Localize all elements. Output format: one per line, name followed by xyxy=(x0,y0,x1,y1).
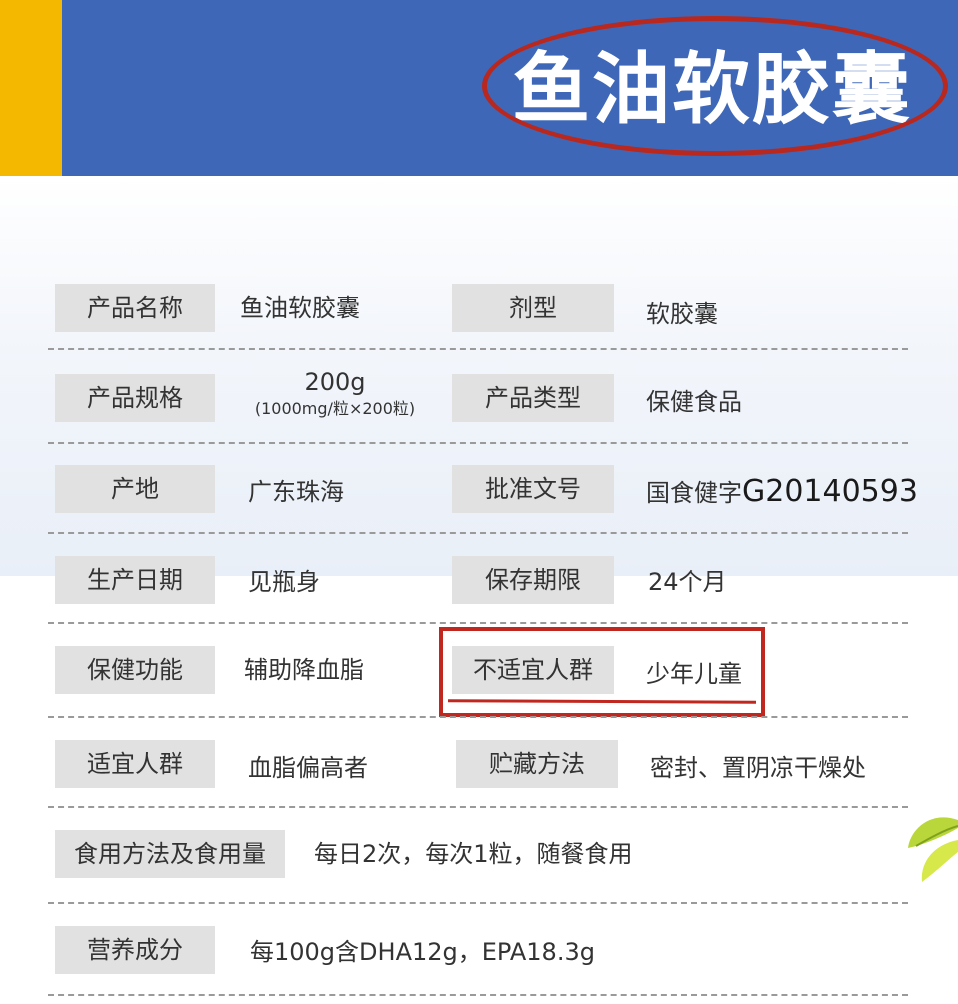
value-approval-number: 国食健字G20140593 xyxy=(646,468,918,516)
label-specification: 产品规格 xyxy=(55,374,215,422)
label-dosage-form: 剂型 xyxy=(452,284,614,332)
value-specification-detail: (1000mg/粒×200粒) xyxy=(254,399,416,418)
value-origin: 广东珠海 xyxy=(248,478,344,506)
banner-accent-stripe xyxy=(0,0,62,176)
value-storage-method: 密封、置阴凉干燥处 xyxy=(650,754,866,782)
approval-code: G20140593 xyxy=(742,474,918,509)
row-divider xyxy=(48,622,908,624)
label-production-date: 生产日期 xyxy=(55,556,215,604)
row-divider xyxy=(48,806,908,808)
label-storage-method: 贮藏方法 xyxy=(456,740,618,788)
value-suitable-population: 血脂偏高者 xyxy=(248,754,368,782)
label-health-function: 保健功能 xyxy=(55,646,215,694)
row-divider xyxy=(48,442,908,444)
label-approval-number: 批准文号 xyxy=(452,465,614,513)
approval-prefix: 国食健字 xyxy=(646,479,742,507)
title-highlight-ellipse xyxy=(482,16,948,156)
value-product-name: 鱼油软胶囊 xyxy=(240,294,360,322)
value-dosage-form: 软胶囊 xyxy=(646,300,718,328)
row-divider xyxy=(48,902,908,904)
row-divider xyxy=(48,532,908,534)
value-usage-dosage: 每日2次，每次1粒，随餐食用 xyxy=(314,840,633,868)
value-health-function: 辅助降血脂 xyxy=(244,656,364,684)
leaf-decoration-icon xyxy=(908,817,958,882)
value-product-type: 保健食品 xyxy=(646,388,742,416)
label-product-type: 产品类型 xyxy=(452,374,614,422)
label-suitable-population: 适宜人群 xyxy=(55,740,215,788)
row-divider xyxy=(48,716,908,718)
value-nutrition: 每100g含DHA12g，EPA18.3g xyxy=(250,938,595,966)
value-production-date: 见瓶身 xyxy=(248,568,320,596)
label-origin: 产地 xyxy=(55,465,215,513)
value-shelf-life: 24个月 xyxy=(648,568,727,596)
row-divider xyxy=(48,348,908,350)
label-shelf-life: 保存期限 xyxy=(452,556,614,604)
label-nutrition: 营养成分 xyxy=(55,926,215,974)
label-product-name: 产品名称 xyxy=(55,284,215,332)
label-usage-dosage: 食用方法及食用量 xyxy=(55,830,285,878)
row-divider xyxy=(48,994,908,996)
value-specification: 200g xyxy=(304,368,366,396)
